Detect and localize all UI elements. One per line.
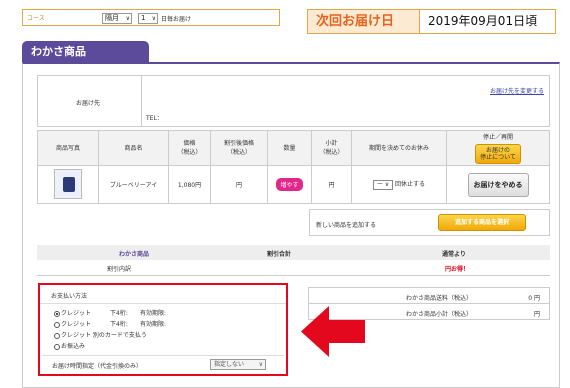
payment-method-box: お支払い方法 クレジット 下4桁: 有効期限: クレジット 下4桁: 有効期限: クレジ… [38,283,288,376]
address-label: お届け先 [76,100,101,107]
chevron-down-icon: ∨ [151,15,156,22]
summary-header: わかさ商品 割引合計 通常より [37,245,550,260]
payment-title: お支払い方法 [51,293,88,300]
tel-label: TEL： [146,115,163,122]
next-delivery-date: 2019年09月01日頃 [428,14,538,28]
course-day-select[interactable]: 1 ∨ [138,13,158,24]
summary-product-label: わかさ商品 [119,251,150,258]
payment-option[interactable]: お振込み [54,341,85,350]
delivery-time-label: お届け時間指定（代金引換のみ） [52,363,143,370]
subtotal-label: わかさ商品小計（税込） [406,311,473,318]
chevron-down-icon: ∨ [125,15,130,22]
col-header: 小計 （税込） [311,130,352,166]
payment-option[interactable]: クレジット 下4桁: 有効期限: [54,308,166,317]
left-arrow-icon [301,306,365,357]
shipping-fee-label: わかさ商品送料（税込） [406,295,473,302]
table-row: ブルーベリーアイ 1,080円 円 増やす 円 ー ∨ 回休止する お届けをやめる [37,165,550,204]
select-product-button[interactable]: 追加する商品を選択 [438,214,526,231]
savings-value: 円お得！ [445,266,470,273]
col-header: 商品写真 [37,130,99,166]
product-image [54,168,82,199]
product-price: 1,080円 [168,165,211,204]
course-month-select[interactable]: 隔月 ∨ [102,13,132,24]
delivery-address-box: お届け先 お届け先を変更する TEL： [37,75,550,127]
col-header: 停止／再開 お届けの 停止について [446,130,550,166]
subtotal-value: 円 [533,311,540,318]
payment-option[interactable]: クレジット 下4桁: 有効期限: [54,319,166,328]
radio-icon[interactable] [54,310,60,317]
discount-price: 円 [210,165,268,204]
payment-option[interactable]: クレジット 別のカードで支払う [54,330,147,339]
course-selector: コース 隔月 ∨ 1 ∨ 日毎お届け [22,9,280,26]
discount-breakdown-label: 割引内訳 [107,266,132,273]
delivery-time-select[interactable]: 指定しない ∨ [210,359,266,370]
skip-count-select[interactable]: ー ∨ [372,179,393,190]
radio-icon[interactable] [54,343,60,350]
change-address-link[interactable]: お届け先を変更する [490,86,544,95]
col-header: 商品名 [98,130,169,166]
add-product-label: 新しい商品を追加する [316,222,377,229]
col-header: 価格 （税込） [168,130,211,166]
summary-discount-total: 割引合計 [267,251,292,258]
summary-normal-label: 通常より [442,251,466,258]
next-delivery-box: 次回お届け日 2019年09月01日頃 [307,9,556,34]
col-header: 数量 [267,130,312,166]
radio-icon[interactable] [54,332,60,339]
table-header-row: 商品写真 商品名 価格 （税込） 割引後価格 （税込） 数量 小計 （税込） 期… [37,130,550,166]
course-suffix: 日毎お届け [161,16,192,23]
radio-icon[interactable] [54,321,60,328]
stop-info-button[interactable]: お届けの 停止について [475,143,521,164]
shipping-fee-row: わかさ商品送料（税込） 0 円 [308,287,550,304]
skip-label: 回休止する [394,181,425,189]
summary-row: 割引内訳 円お得！ [37,260,550,276]
product-name: ブルーベリーアイ [98,165,169,204]
add-product-row: 新しい商品を追加する 追加する商品を選択 [309,209,550,236]
product-table: 商品写真 商品名 価格 （税込） 割引後価格 （税込） 数量 小計 （税込） 期… [37,130,550,204]
delivery-time-row: お届け時間指定（代金引換のみ） 指定しない ∨ [42,355,284,372]
increase-qty-button[interactable]: 増やす [276,178,303,191]
chevron-down-icon: ∨ [258,361,263,368]
col-header: 期間を決めてのお休み [351,130,447,166]
col-header: 割引後価格 （税込） [210,130,268,166]
tab-wakasa-products[interactable]: わかさ商品 [22,41,149,62]
stop-delivery-button[interactable]: お届けをやめる [467,172,529,197]
next-delivery-label: 次回お届け日 [308,10,420,33]
shipping-fee-value: 0 円 [528,295,540,302]
row-subtotal: 円 [311,165,352,204]
course-label: コース [27,15,45,22]
